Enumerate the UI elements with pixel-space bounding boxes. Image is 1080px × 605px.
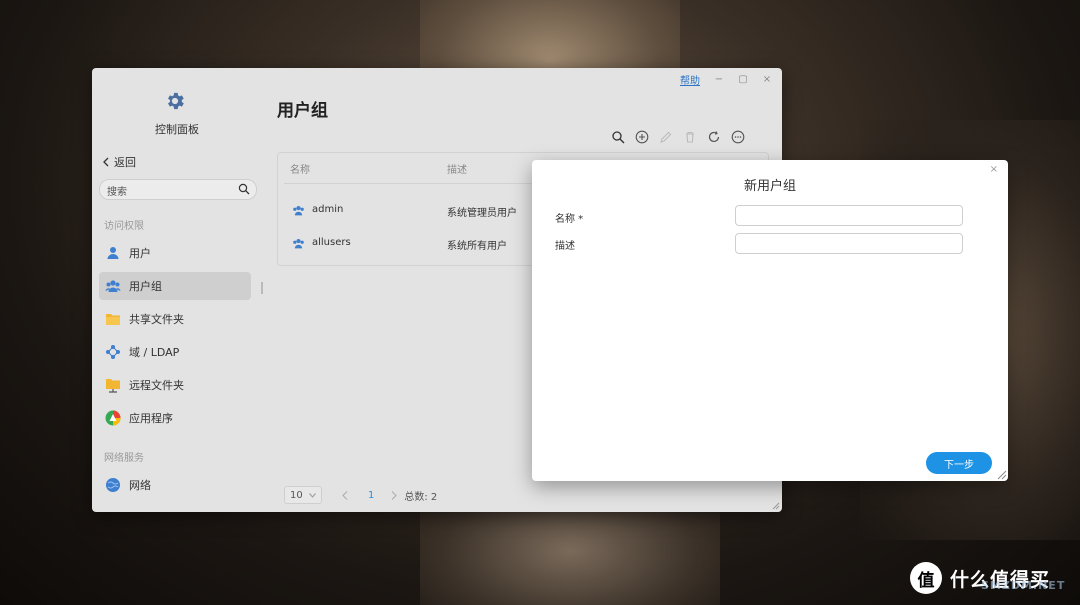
dialog-close-button[interactable]: × [990, 164, 998, 175]
sidebar-item-applications[interactable]: 应用程序 [99, 404, 251, 432]
scrollbar[interactable] [261, 282, 263, 294]
remote-folder-icon [106, 379, 120, 393]
window-controls: 帮助 − ▢ × [680, 72, 772, 87]
sidebar-item-remote-folder[interactable]: 远程文件夹 [99, 371, 251, 399]
page-size-select[interactable]: 10 [284, 486, 322, 504]
chevron-left-icon [103, 157, 109, 167]
sidebar-item-user-group[interactable]: 用户组 [99, 272, 251, 300]
sidebar-item-shared-folder[interactable]: 共享文件夹 [99, 305, 251, 333]
sidebar-item-label: 网络 [129, 479, 151, 492]
add-icon[interactable] [635, 130, 649, 144]
search-icon[interactable] [238, 183, 250, 195]
domain-icon [106, 345, 120, 359]
app-icon [105, 410, 121, 426]
folder-icon [106, 314, 120, 325]
edit-icon[interactable] [659, 130, 673, 144]
group-name: allusers [312, 237, 351, 248]
next-page-icon[interactable] [391, 490, 398, 500]
name-field[interactable] [735, 205, 963, 226]
pagination: 10 1 总数: 2 [284, 486, 437, 504]
help-link[interactable]: 帮助 [680, 72, 700, 87]
globe-icon [106, 478, 120, 492]
toolbar [611, 130, 745, 144]
search-icon[interactable] [611, 130, 625, 144]
page-title: 用户组 [277, 101, 328, 121]
sidebar-item-network[interactable]: 网络 [99, 471, 251, 499]
new-user-group-dialog: × 新用户组 名称 * 描述 下一步 [532, 160, 1008, 481]
resize-handle-icon[interactable] [997, 470, 1007, 480]
current-page[interactable]: 1 [368, 490, 374, 501]
sidebar-item-label: 应用程序 [129, 412, 173, 425]
search-input[interactable]: 搜索 [99, 179, 257, 200]
user-icon [107, 247, 119, 259]
total-count: 总数: 2 [404, 491, 438, 503]
user-group-icon [105, 280, 121, 292]
watermark-logo: 值 [910, 562, 942, 594]
close-button[interactable]: × [762, 74, 772, 85]
sidebar-item-label: 远程文件夹 [129, 379, 184, 392]
back-button[interactable]: 返回 [102, 154, 136, 170]
column-header-description[interactable]: 描述 [447, 161, 467, 176]
chevron-down-icon [309, 492, 316, 498]
section-network: 网络服务 [104, 453, 144, 464]
delete-icon[interactable] [683, 130, 697, 144]
page-size-value: 10 [290, 489, 303, 501]
next-button[interactable]: 下一步 [926, 452, 992, 474]
name-label: 名称 * [555, 214, 584, 225]
app-label: 控制面板 [155, 123, 199, 136]
description-field[interactable] [735, 233, 963, 254]
maximize-button[interactable]: ▢ [738, 74, 748, 85]
sidebar-item-label: 用户组 [129, 280, 162, 293]
gear-icon [168, 92, 184, 110]
refresh-icon[interactable] [707, 130, 721, 144]
column-header-name[interactable]: 名称 [290, 161, 310, 176]
description-label: 描述 [555, 241, 575, 252]
sidebar-item-label: 用户 [129, 247, 151, 260]
group-description: 系统所有用户 [447, 241, 507, 252]
sidebar-item-user[interactable]: 用户 [99, 239, 251, 267]
watermark-url: SMZDM.NET [981, 579, 1066, 592]
group-name: admin [312, 204, 344, 215]
sidebar-item-label: 共享文件夹 [129, 313, 184, 326]
user-group-icon [293, 205, 304, 216]
sidebar-item-label: 域 / LDAP [129, 346, 180, 359]
sidebar: 控制面板 返回 搜索 访问权限 用户 用户组 共享文件夹 域 / LDAP 远程… [92, 68, 263, 512]
sidebar-item-domain-ldap[interactable]: 域 / LDAP [99, 338, 251, 366]
group-description: 系统管理员用户 [447, 208, 517, 219]
dialog-title: 新用户组 [743, 179, 796, 194]
minimize-button[interactable]: − [714, 74, 724, 85]
section-access: 访问权限 [104, 221, 144, 232]
previous-page-icon[interactable] [342, 490, 348, 500]
user-group-icon [293, 238, 304, 249]
resize-handle-icon[interactable] [772, 502, 780, 510]
search-placeholder: 搜索 [107, 187, 127, 198]
more-icon[interactable] [731, 130, 745, 144]
back-label: 返回 [114, 156, 136, 169]
